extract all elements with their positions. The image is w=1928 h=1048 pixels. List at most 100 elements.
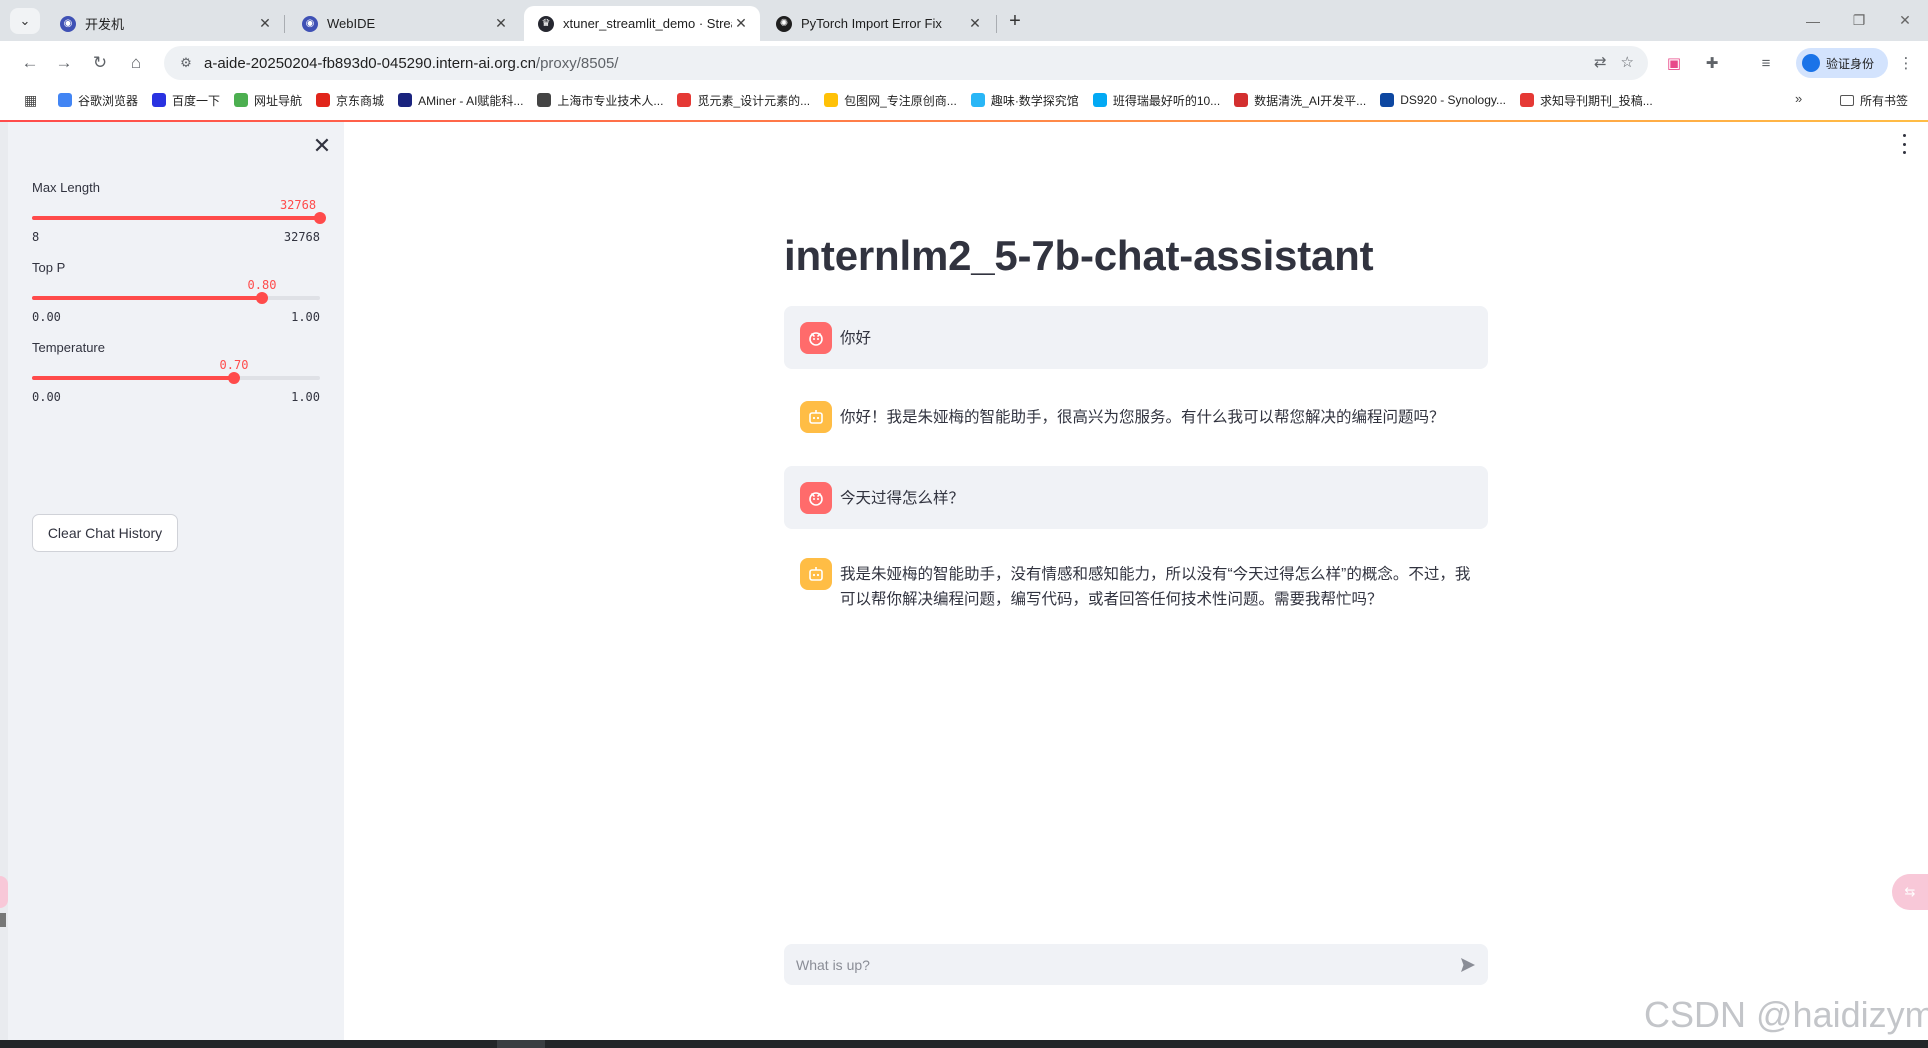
profile-verify-button[interactable]: 验证身份 bbox=[1796, 48, 1888, 78]
slider-track[interactable] bbox=[32, 212, 326, 224]
bookmark-item[interactable]: 上海市专业技术人... bbox=[537, 92, 663, 109]
browser-tab-streamlit-demo[interactable]: ♛ xtuner_streamlit_demo · Strea ✕ bbox=[524, 6, 760, 41]
apps-grid-icon[interactable]: ▦ bbox=[24, 92, 44, 109]
taskbar-active-app[interactable] bbox=[497, 1040, 545, 1048]
bookmark-item[interactable]: 包图网_专注原创商... bbox=[824, 92, 957, 109]
bookmark-favicon-icon bbox=[1234, 93, 1249, 107]
chat-message-user: 你好 bbox=[784, 306, 1488, 369]
chatgpt-favicon-icon: ✺ bbox=[776, 15, 792, 32]
floating-translate-icon[interactable]: ⇆ bbox=[1892, 874, 1928, 910]
slider-current-value: 32768 bbox=[279, 198, 317, 212]
translate-page-icon[interactable]: ⇄ bbox=[1594, 53, 1607, 71]
bookmark-label: 百度一下 bbox=[172, 93, 221, 108]
bookmark-favicon-icon bbox=[677, 93, 692, 107]
bookmark-label: 京东商城 bbox=[336, 93, 385, 108]
bookmark-item[interactable]: 网址导航 bbox=[234, 92, 302, 109]
tab-title: 开发机 bbox=[85, 17, 125, 32]
bookmark-item[interactable]: DS920 - Synology... bbox=[1380, 93, 1506, 107]
send-icon[interactable] bbox=[1448, 946, 1488, 984]
slider-fill bbox=[32, 376, 234, 380]
close-window-icon[interactable]: ✕ bbox=[1882, 0, 1928, 41]
slider-label: Top P bbox=[32, 260, 66, 275]
bookmark-label: 数据清洗_AI开发平... bbox=[1254, 93, 1367, 108]
bookmark-label: 上海市专业技术人... bbox=[557, 93, 664, 108]
bookmark-favicon-icon bbox=[58, 93, 72, 107]
edge-floating-tab[interactable] bbox=[0, 876, 8, 908]
browser-tab-webide[interactable]: ◉ WebIDE ✕ bbox=[288, 6, 520, 41]
page-title: internlm2_5-7b-chat-assistant bbox=[784, 232, 1374, 279]
url-path: /proxy/8505/ bbox=[535, 54, 619, 72]
slider-track[interactable] bbox=[32, 372, 320, 384]
new-tab-button[interactable]: + bbox=[1003, 9, 1027, 33]
all-bookmarks-button[interactable]: 所有书签 bbox=[1840, 92, 1908, 109]
slider-thumb[interactable] bbox=[314, 212, 326, 224]
browser-tab-pytorch-error[interactable]: ✺ PyTorch Import Error Fix ✕ bbox=[762, 6, 994, 41]
bookmark-item[interactable]: 趣味·数学探究馆 bbox=[970, 92, 1079, 109]
sidebar: ✕ Max Length 32768 8 32768 Top P 0.80 0.… bbox=[8, 122, 344, 1040]
minimize-icon[interactable]: — bbox=[1790, 0, 1836, 41]
bookmark-item[interactable]: 班得瑞最好听的10... bbox=[1092, 92, 1221, 109]
bookmark-star-icon[interactable]: ☆ bbox=[1621, 53, 1634, 71]
main-menu-icon[interactable] bbox=[1898, 134, 1910, 154]
slider-max: 1.00 bbox=[291, 310, 320, 324]
sidebar-close-icon[interactable]: ✕ bbox=[310, 134, 334, 158]
tab-title: xtuner_streamlit_demo · Strea bbox=[563, 16, 732, 31]
user-avatar-icon bbox=[800, 482, 832, 514]
back-arrow-icon[interactable]: ← bbox=[18, 51, 42, 75]
bookmark-item[interactable]: 京东商城 bbox=[316, 92, 384, 109]
bookmark-label: 包图网_专注原创商... bbox=[844, 93, 957, 108]
browser-menu-icon[interactable]: ⋮ bbox=[1894, 51, 1918, 75]
bookmark-label: 谷歌浏览器 bbox=[78, 93, 139, 108]
bookmark-item[interactable]: 百度一下 bbox=[152, 92, 220, 109]
bookmark-label: 觅元素_设计元素的... bbox=[697, 93, 811, 108]
bookmark-label: 班得瑞最好听的10... bbox=[1112, 93, 1221, 108]
slider-thumb[interactable] bbox=[228, 372, 240, 384]
chat-input[interactable] bbox=[794, 945, 1448, 984]
url-host: a-aide-20250204-fb893d0-045290.intern-ai… bbox=[204, 54, 536, 72]
bookmark-label: 网址导航 bbox=[254, 93, 303, 108]
edge-scroll-handle[interactable] bbox=[0, 913, 6, 927]
bookmark-label: 求知导刊期刊_投稿... bbox=[1540, 93, 1653, 108]
bookmarks-overflow-icon[interactable]: » bbox=[1795, 91, 1802, 106]
slider-label: Temperature bbox=[32, 340, 105, 355]
tab-title: PyTorch Import Error Fix bbox=[801, 16, 942, 31]
slider-thumb[interactable] bbox=[256, 292, 268, 304]
bookmark-item[interactable]: AMiner - AI赋能科... bbox=[398, 92, 523, 109]
home-icon[interactable]: ⌂ bbox=[124, 51, 148, 75]
bookmark-favicon-icon bbox=[537, 93, 552, 107]
chat-message-user: 今天过得怎么样？ bbox=[784, 466, 1488, 529]
os-taskbar bbox=[0, 1040, 1928, 1048]
tab-close-icon[interactable]: ✕ bbox=[256, 15, 274, 32]
browser-tab-dev-machine[interactable]: ◉ 开发机 ✕ bbox=[46, 6, 284, 41]
media-controls-icon[interactable]: ≡ bbox=[1754, 51, 1778, 75]
assistant-avatar-icon bbox=[800, 401, 832, 433]
bookmark-item[interactable]: 数据清洗_AI开发平... bbox=[1234, 92, 1366, 109]
bookmark-favicon-icon bbox=[970, 93, 985, 107]
tab-close-icon[interactable]: ✕ bbox=[966, 15, 984, 32]
slider-current-value: 0.80 bbox=[247, 278, 277, 292]
reload-icon[interactable]: ↻ bbox=[88, 51, 112, 75]
profile-label: 验证身份 bbox=[1826, 56, 1875, 71]
chat-message-assistant: 你好！我是朱娅梅的智能助手，很高兴为您服务。有什么我可以帮您解决的编程问题吗？ bbox=[784, 401, 1488, 451]
tab-search-dropdown-icon[interactable]: ⌄ bbox=[10, 8, 40, 34]
slider-temperature: Temperature 0.70 0.00 1.00 bbox=[32, 340, 324, 410]
site-info-icon[interactable]: ⚙ bbox=[168, 55, 204, 71]
bookmark-item[interactable]: 谷歌浏览器 bbox=[58, 92, 138, 109]
message-text: 我是朱娅梅的智能助手，没有情感和感知能力，所以没有“今天过得怎么样”的概念。不过… bbox=[840, 566, 1471, 608]
tab-close-icon[interactable]: ✕ bbox=[492, 15, 510, 32]
restore-icon[interactable]: ❐ bbox=[1836, 0, 1882, 41]
extensions-puzzle-icon[interactable]: ✚ bbox=[1700, 51, 1724, 75]
bookmarks-bar: ▦ 谷歌浏览器 百度一下 网址导航 京东商城 AMiner - AI赋能科... 上海市专… bbox=[0, 85, 1928, 115]
all-bookmarks-label: 所有书签 bbox=[1860, 94, 1909, 108]
tab-close-icon[interactable]: ✕ bbox=[732, 15, 750, 32]
address-bar[interactable]: ⚙ a-aide-20250204-fb893d0-045290.intern-… bbox=[164, 46, 1648, 80]
bookmark-item[interactable]: 求知导刊期刊_投稿... bbox=[1520, 92, 1653, 109]
bookmark-item[interactable]: 觅元素_设计元素的... bbox=[677, 92, 810, 109]
bookmark-favicon-icon bbox=[824, 93, 839, 107]
translate-extension-icon[interactable]: ▣ bbox=[1662, 51, 1686, 75]
slider-fill bbox=[32, 296, 262, 300]
chat-input-box bbox=[784, 944, 1488, 985]
slider-track[interactable] bbox=[32, 292, 320, 304]
forward-arrow-icon[interactable]: → bbox=[52, 51, 76, 75]
clear-chat-history-button[interactable]: Clear Chat History bbox=[32, 514, 178, 552]
